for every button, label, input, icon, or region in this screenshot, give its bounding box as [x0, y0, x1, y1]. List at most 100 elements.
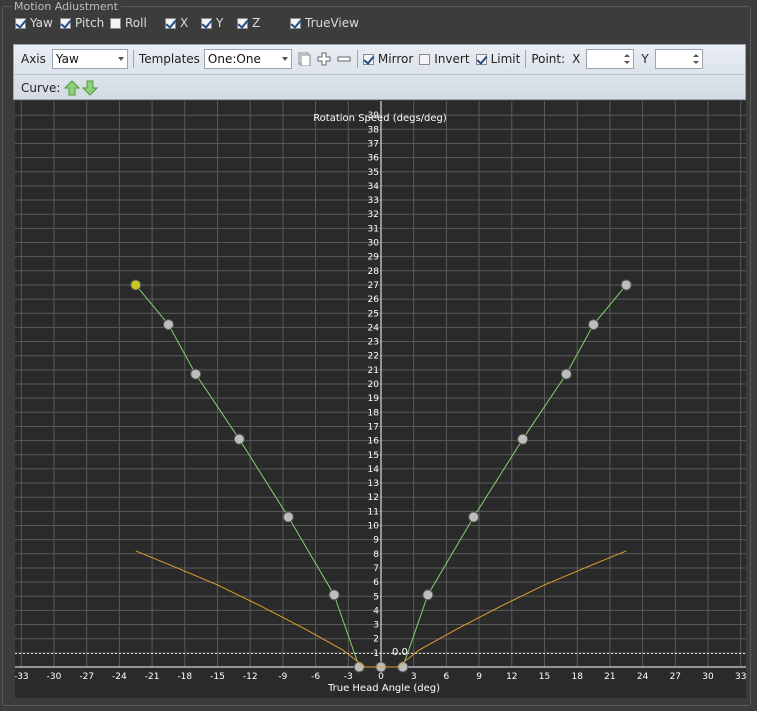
checkbox-icon[interactable] [110, 17, 121, 29]
arrow-down-icon[interactable] [82, 80, 99, 96]
spin-up-icon[interactable] [692, 54, 699, 57]
checkbox-icon[interactable] [290, 17, 301, 29]
curve-point [588, 319, 600, 331]
curve-point [422, 589, 434, 601]
x-tick-label: -12 [243, 672, 258, 682]
x-tick-label: 0 [378, 672, 384, 682]
checkbox-icon[interactable] [201, 17, 212, 29]
y-tick-label: 20 [368, 380, 380, 390]
limit-check[interactable]: Limit [475, 52, 520, 66]
checkbox-icon[interactable] [237, 17, 248, 29]
curve-point [517, 433, 529, 445]
chart-grid [15, 101, 746, 668]
copy-icon[interactable] [296, 51, 312, 67]
curve-chart[interactable]: -48-45-42-39-36-33-30-27-24-21-18-15-12-… [14, 101, 746, 698]
mirror-check[interactable]: Mirror [362, 52, 414, 66]
check-roll[interactable]: Roll [110, 16, 147, 30]
check-yaw[interactable]: Yaw [15, 16, 53, 30]
remove-icon[interactable] [336, 51, 352, 67]
divider [525, 50, 527, 68]
y-tick-label: 24 [368, 323, 380, 333]
x-axis-label: True Head Angle (deg) [327, 683, 440, 694]
x-spinbox[interactable] [586, 49, 635, 69]
arrow-up-icon[interactable] [64, 80, 81, 96]
checkbox-icon[interactable] [475, 53, 487, 65]
spin-down-icon[interactable] [692, 61, 699, 64]
invert-check[interactable]: Invert [419, 52, 470, 66]
y-tick-label: 4 [373, 606, 379, 616]
y-tick-label: 33 [368, 196, 379, 206]
y-tick-label: 6 [373, 578, 379, 588]
checkbox-icon[interactable] [15, 17, 26, 29]
y-tick-label: 21 [368, 366, 379, 376]
templates-select-value: One:One [207, 52, 261, 66]
y-tick-label: 25 [368, 309, 379, 319]
check-label: X [180, 16, 189, 30]
x-tick-label: -9 [278, 672, 287, 682]
y-spinbox[interactable] [654, 49, 703, 69]
checkbox-icon[interactable] [165, 17, 176, 29]
axis-select-value: Yaw [55, 52, 79, 66]
y-tick-label: 37 [368, 139, 379, 149]
check-x[interactable]: X [165, 16, 188, 30]
curve-point [282, 511, 294, 523]
check-trueview[interactable]: TrueView [290, 16, 359, 30]
chevron-down-icon [117, 57, 124, 61]
curve-point [620, 279, 632, 291]
point-label: Point: [531, 52, 566, 66]
x-tick-label: 6 [444, 672, 450, 682]
check-label: Yaw [30, 16, 53, 30]
toolbar-row-1: Axis Yaw Templates One:One Mirror Invert… [14, 46, 703, 72]
y-tick-label: 9 [373, 536, 379, 546]
mirror-label: Mirror [377, 52, 414, 66]
y-tick-label: 14 [368, 465, 380, 475]
x-tick-label: 27 [670, 672, 681, 682]
check-y[interactable]: Y [201, 16, 223, 30]
selected-curve-point [130, 279, 142, 291]
x-tick-label: 9 [476, 672, 482, 682]
y-tick-label: 10 [368, 522, 380, 532]
x-tick-label: 12 [506, 672, 517, 682]
y-tick-label: 30 [368, 239, 380, 249]
x-tick-label: 24 [637, 672, 649, 682]
y-tick-label: 15 [368, 451, 379, 461]
y-tick-label: 17 [368, 422, 379, 432]
y-tick-label: 36 [368, 154, 380, 164]
checkbox-icon[interactable] [419, 53, 431, 65]
check-z[interactable]: Z [237, 16, 260, 30]
y-tick-label: 1 [373, 649, 379, 659]
y-tick-label: 31 [368, 224, 379, 234]
spin-up-icon[interactable] [624, 54, 631, 57]
y-tick-label: 26 [368, 295, 380, 305]
y-tick-label: 23 [368, 338, 379, 348]
add-icon[interactable] [316, 51, 332, 67]
check-label: Roll [125, 16, 147, 30]
x-tick-label: -27 [79, 672, 94, 682]
toolbar-row-2: Curve: [14, 74, 745, 101]
curve-label: Curve: [21, 81, 61, 95]
y-tick-label: 11 [368, 507, 379, 517]
x-tick-label: 3 [411, 672, 417, 682]
divider [356, 50, 358, 68]
curve-point [190, 368, 202, 380]
curve-point [162, 319, 174, 331]
x-tick-label: 15 [539, 672, 550, 682]
x-tick-label: -6 [311, 672, 320, 682]
templates-select[interactable]: One:One [203, 49, 292, 69]
y-tick-label: 19 [368, 394, 380, 404]
curve-chart-svg[interactable]: -48-45-42-39-36-33-30-27-24-21-18-15-12-… [14, 101, 746, 698]
y-tick-label: 7 [373, 564, 379, 574]
checkbox-icon[interactable] [60, 17, 71, 29]
divider [132, 50, 134, 68]
check-pitch[interactable]: Pitch [60, 16, 104, 30]
curve-point [328, 589, 340, 601]
spin-down-icon[interactable] [624, 61, 631, 64]
y-tick-label: 28 [368, 267, 380, 277]
y-tick-label: 18 [368, 408, 380, 418]
checkbox-icon[interactable] [362, 53, 374, 65]
invert-label: Invert [434, 52, 470, 66]
x-tick-label: -30 [47, 672, 62, 682]
axis-select[interactable]: Yaw [51, 49, 128, 69]
y-tick-label: 5 [373, 592, 379, 602]
x-tick-label: -18 [177, 672, 192, 682]
